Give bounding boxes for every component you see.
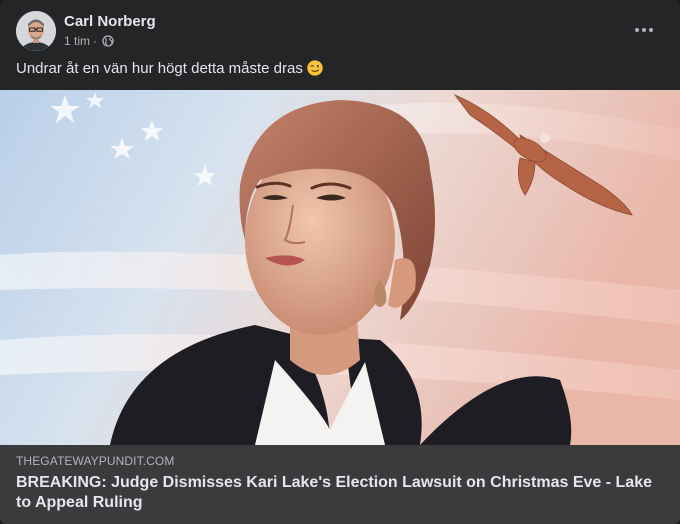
link-domain: THEGATEWAYPUNDIT.COM bbox=[16, 454, 175, 468]
post-header: Carl Norberg 1 tim · bbox=[16, 11, 156, 51]
author-name[interactable]: Carl Norberg bbox=[64, 12, 156, 31]
more-options-button[interactable] bbox=[626, 18, 662, 42]
more-dot-icon bbox=[635, 28, 639, 32]
post-text-body: Undrar åt en vän hur högt detta måste dr… bbox=[16, 60, 303, 77]
link-headline[interactable]: BREAKING: Judge Dismisses Kari Lake's El… bbox=[16, 473, 656, 513]
winking-face-emoji-icon bbox=[307, 60, 323, 76]
post-card: Carl Norberg 1 tim · Undrar åt en vän hu… bbox=[0, 0, 680, 524]
link-preview[interactable]: THEGATEWAYPUNDIT.COM BREAKING: Judge Dis… bbox=[0, 445, 680, 524]
post-text: Undrar åt en vän hur högt detta måste dr… bbox=[16, 59, 323, 79]
post-subline: 1 tim · bbox=[64, 33, 156, 49]
separator: · bbox=[93, 33, 98, 48]
avatar[interactable] bbox=[16, 11, 56, 51]
post-image[interactable] bbox=[0, 90, 680, 445]
more-dot-icon bbox=[649, 28, 653, 32]
globe-icon[interactable] bbox=[102, 34, 114, 47]
post-meta: Carl Norberg 1 tim · bbox=[64, 12, 156, 49]
more-dot-icon bbox=[642, 28, 646, 32]
post-timestamp[interactable]: 1 tim bbox=[64, 33, 90, 49]
